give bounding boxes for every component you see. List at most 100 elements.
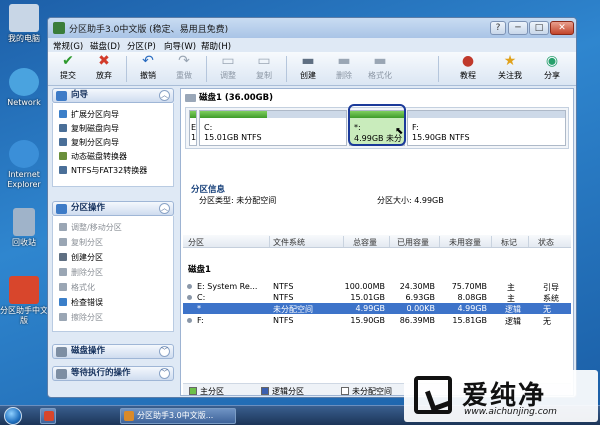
create-button[interactable]: ▬ 创建 bbox=[292, 54, 324, 84]
col-used[interactable]: 已用容量 bbox=[397, 237, 429, 248]
desktop-icon-partition-assistant[interactable]: 分区助手中文版 bbox=[0, 276, 48, 326]
table-row[interactable]: E: System Re... NTFS 100.00MB 24.30MB 75… bbox=[183, 281, 571, 292]
create-icon bbox=[59, 253, 67, 261]
op-item-label: 检查错误 bbox=[71, 298, 103, 307]
pending-ops-section-header[interactable]: 等待执行的操作 ﹀ bbox=[52, 366, 174, 381]
cell-flag: 逻辑 bbox=[505, 317, 521, 326]
col-free[interactable]: 未用容量 bbox=[449, 237, 481, 248]
partition-size-info: 分区大小: 4.99GB bbox=[377, 196, 444, 205]
partition-ops-section-header[interactable]: 分区操作 ︿ bbox=[52, 201, 174, 216]
close-button[interactable]: ✕ bbox=[550, 21, 574, 35]
toolbar-label: 重做 bbox=[176, 71, 192, 80]
copy-button[interactable]: ▭ 复制 bbox=[248, 54, 280, 84]
expand-icon[interactable]: ﹀ bbox=[159, 346, 170, 357]
legend-primary: 主分区 bbox=[189, 386, 224, 397]
legend-unallocated: 未分配空间 bbox=[341, 386, 392, 397]
legend-label: 未分配空间 bbox=[352, 387, 392, 396]
tutorial-button[interactable]: ● 教程 bbox=[452, 54, 484, 84]
minimize-button[interactable]: ─ bbox=[508, 21, 528, 35]
toolbar-label: 创建 bbox=[300, 71, 316, 80]
logical-swatch bbox=[261, 387, 269, 395]
col-filesystem[interactable]: 文件系统 bbox=[273, 237, 305, 248]
watermark: 爱纯净 www.aichunjing.com bbox=[404, 370, 598, 422]
maximize-button[interactable]: □ bbox=[529, 21, 549, 35]
op-item-label: 格式化 bbox=[71, 283, 95, 292]
menu-disk[interactable]: 磁盘(D) bbox=[90, 40, 120, 52]
wipe-icon bbox=[59, 313, 67, 321]
partition-assistant-icon bbox=[124, 411, 134, 421]
toolbar-label: 放弃 bbox=[96, 71, 112, 80]
wizard-icon bbox=[56, 91, 67, 101]
expand-icon[interactable]: ﹀ bbox=[159, 368, 170, 379]
cell-partition: * bbox=[197, 304, 201, 313]
table-row[interactable]: C: NTFS 15.01GB 6.93GB 8.08GB 主 系统 bbox=[183, 292, 571, 303]
format-icon bbox=[59, 283, 67, 291]
wizard-section-header[interactable]: 向导 ︿ bbox=[52, 88, 174, 103]
disk-map-partition-c[interactable]: C: 15.01GB NTFS bbox=[199, 110, 347, 146]
op-item-label: 复制分区 bbox=[71, 238, 103, 247]
title-bar[interactable]: 分区助手3.0中文版 (稳定、易用且免费) ? ─ □ ✕ bbox=[48, 18, 576, 38]
collapse-icon[interactable]: ︿ bbox=[159, 203, 170, 214]
partition-row-icon bbox=[187, 318, 192, 323]
collapse-icon[interactable]: ︿ bbox=[159, 90, 170, 101]
table-header: 分区 文件系统 总容量 已用容量 未用容量 标记 状态 bbox=[183, 235, 571, 248]
col-status[interactable]: 状态 bbox=[538, 237, 554, 248]
help-button[interactable]: ? bbox=[490, 21, 506, 35]
legend-label: 主分区 bbox=[200, 387, 224, 396]
discard-button[interactable]: ✖ 放弃 bbox=[88, 54, 120, 84]
copy-icon: ▭ bbox=[257, 53, 271, 69]
mouse-cursor-icon: ⬉ bbox=[395, 126, 404, 137]
menu-help[interactable]: 帮助(H) bbox=[201, 40, 231, 52]
table-row[interactable]: F: NTFS 15.90GB 86.39MB 15.81GB 逻辑 无 bbox=[183, 315, 571, 326]
desktop-icon-computer[interactable]: 我的电脑 bbox=[0, 4, 48, 44]
table-row-selected[interactable]: * 未分配空间 4.99GB 0.00KB 4.99GB 逻辑 无 bbox=[183, 303, 571, 314]
partition-table: 分区 文件系统 总容量 已用容量 未用容量 标记 状态 磁盘1 E: Syste… bbox=[183, 235, 571, 367]
cell-filesystem: NTFS bbox=[273, 293, 294, 302]
share-button[interactable]: ◉ 分享 bbox=[536, 54, 568, 84]
cell-used: 86.39MB bbox=[399, 316, 435, 325]
desktop-icon-label: Network bbox=[7, 98, 41, 107]
column-divider bbox=[528, 236, 529, 247]
format-button[interactable]: ▬ 格式化 bbox=[364, 54, 396, 84]
unallocated-swatch bbox=[341, 387, 349, 395]
disk-map-partition-e[interactable]: E 1 bbox=[189, 110, 197, 146]
disk-ops-section-header[interactable]: 磁盘操作 ﹀ bbox=[52, 344, 174, 359]
desktop-icon-recycle-bin[interactable]: 回收站 bbox=[0, 208, 48, 248]
desktop-icon-label: 分区助手中文版 bbox=[0, 306, 48, 325]
undo-button[interactable]: ↶ 撤销 bbox=[132, 54, 164, 84]
col-total[interactable]: 总容量 bbox=[353, 237, 377, 248]
desktop-icon-network[interactable]: Network bbox=[0, 68, 48, 108]
checkmark-icon: ✔ bbox=[62, 53, 74, 69]
cell-filesystem: NTFS bbox=[273, 282, 294, 291]
dynamic-disk-icon bbox=[59, 152, 67, 160]
column-divider bbox=[389, 236, 390, 247]
cell-used: 6.93GB bbox=[405, 293, 436, 302]
primary-swatch bbox=[189, 387, 197, 395]
col-partition[interactable]: 分区 bbox=[188, 237, 204, 248]
menu-partition[interactable]: 分区(P) bbox=[127, 40, 156, 52]
pending-ops-section-title: 等待执行的操作 bbox=[71, 368, 131, 378]
desktop-icon-ie[interactable]: Internet Explorer bbox=[0, 140, 48, 190]
disk-header-label: 磁盘1 (36.00GB) bbox=[199, 93, 273, 103]
op-item-label: 擦除分区 bbox=[71, 313, 103, 322]
col-flag[interactable]: 标记 bbox=[501, 237, 517, 248]
check-errors-icon bbox=[59, 298, 67, 306]
menu-wizard[interactable]: 向导(W) bbox=[164, 40, 196, 52]
follow-button[interactable]: ★ 关注我 bbox=[494, 54, 526, 84]
resize-button[interactable]: ▭ 调整 bbox=[212, 54, 244, 84]
cell-status: 无 bbox=[543, 317, 551, 326]
taskbar-item-partition-assistant[interactable]: 分区助手3.0中文版... bbox=[120, 408, 236, 424]
start-button[interactable] bbox=[4, 407, 22, 425]
app-window: 分区助手3.0中文版 (稳定、易用且免费) ? ─ □ ✕ 常规(G) 磁盘(D… bbox=[47, 17, 577, 398]
discard-icon: ✖ bbox=[98, 53, 110, 69]
disk-map-partition-f[interactable]: F: 15.90GB NTFS bbox=[407, 110, 566, 146]
redo-button[interactable]: ↷ 重做 bbox=[168, 54, 200, 84]
toolbar-separator bbox=[438, 56, 439, 82]
window-title: 分区助手3.0中文版 (稳定、易用且免费) bbox=[69, 25, 229, 35]
cell-total: 4.99GB bbox=[355, 304, 386, 313]
menu-general[interactable]: 常规(G) bbox=[53, 40, 83, 52]
partition-row-icon bbox=[187, 295, 192, 300]
taskbar-pinned-app[interactable] bbox=[40, 408, 56, 424]
apply-button[interactable]: ✔ 提交 bbox=[52, 54, 84, 84]
delete-button[interactable]: ▬ 删除 bbox=[328, 54, 360, 84]
